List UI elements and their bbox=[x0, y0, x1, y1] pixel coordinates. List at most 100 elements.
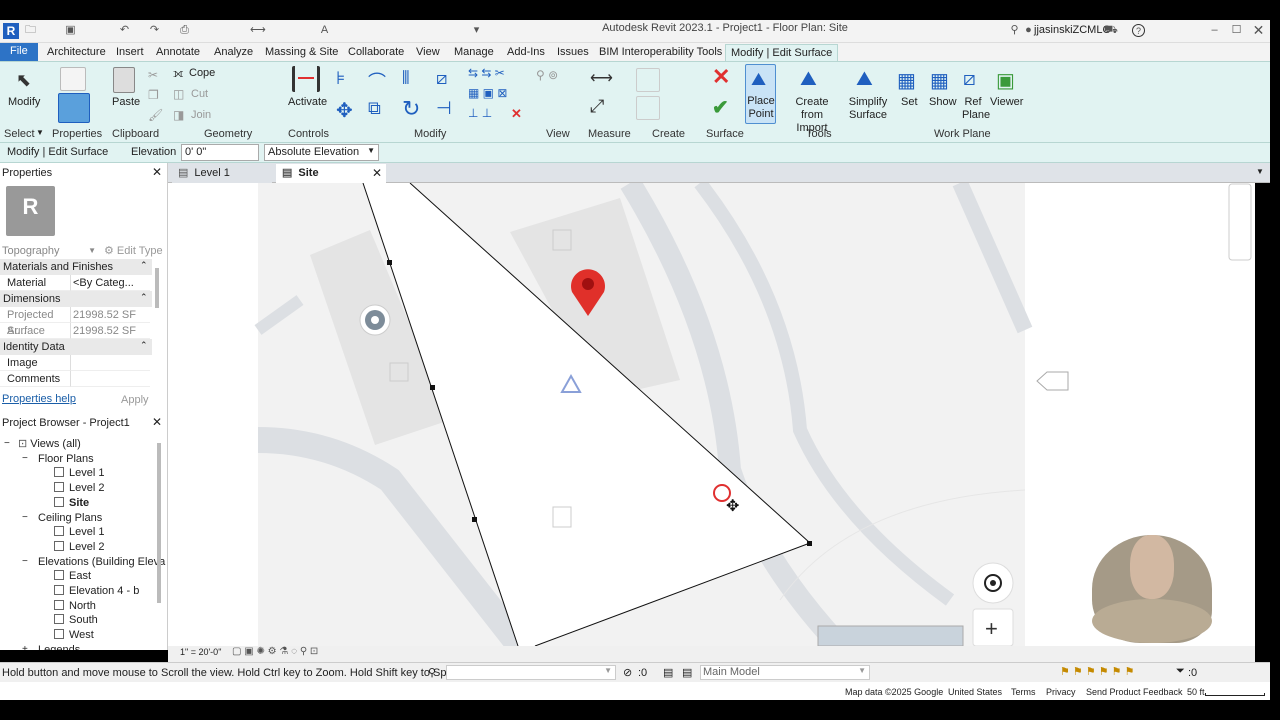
finish-edit-icon[interactable]: ✔ bbox=[712, 95, 729, 120]
select-dropdown-icon[interactable]: ▼ bbox=[36, 128, 44, 137]
close-icon[interactable]: ✕ bbox=[1252, 23, 1265, 37]
editable-only-icon[interactable]: ⊘ bbox=[623, 666, 632, 679]
binoculars-icon[interactable]: ⚲ bbox=[1008, 24, 1021, 37]
menu-tab-view[interactable]: View bbox=[411, 44, 445, 61]
join-icon[interactable]: ◨ bbox=[173, 108, 184, 122]
elevation-mode-select[interactable]: Absolute Elevation ▼ bbox=[264, 144, 379, 161]
copy-icon[interactable]: ❐ bbox=[148, 88, 159, 102]
show-workplane-icon[interactable]: ▦ bbox=[930, 68, 949, 93]
browser-item[interactable]: Level 1 bbox=[54, 525, 104, 539]
type-selector[interactable]: Topography ▼ bbox=[2, 243, 98, 259]
menu-tab-collaborate[interactable]: Collaborate bbox=[343, 44, 409, 61]
design-options-icon[interactable]: ▤ bbox=[663, 666, 673, 679]
view-control-icons[interactable]: ▢ ▣ ✺ ⚙ ⚗ ◌ ⚲ ⊡ bbox=[232, 646, 318, 657]
menu-tab-modify-edit-surface[interactable]: Modify | Edit Surface bbox=[725, 44, 839, 61]
minimize-icon[interactable]: – bbox=[1208, 24, 1221, 37]
collapse-icon[interactable]: ⌃ bbox=[140, 292, 148, 303]
browser-item[interactable]: ⊡ Views (all) bbox=[18, 437, 81, 451]
property-section-header[interactable]: Identity Data bbox=[0, 339, 152, 355]
cart-icon[interactable]: ⛟ bbox=[1104, 24, 1118, 37]
browser-item[interactable]: South bbox=[54, 613, 98, 627]
expand-toggle-icon[interactable]: − bbox=[4, 437, 10, 451]
help-icon[interactable]: ? bbox=[1132, 24, 1145, 37]
drawing-canvas[interactable]: ✥ + bbox=[168, 183, 1255, 646]
delete-icon[interactable]: ✕ bbox=[511, 106, 522, 122]
maximize-icon[interactable]: ☐ bbox=[1230, 24, 1243, 37]
simplify-surface-button[interactable]: Simplify Surface bbox=[846, 96, 890, 122]
collapse-icon[interactable]: ⌃ bbox=[140, 340, 148, 351]
viewer-icon[interactable]: ▣ bbox=[996, 68, 1015, 93]
create-parts-icon[interactable] bbox=[636, 96, 660, 120]
split-icon[interactable]: ⇆ ⇆ ✂ bbox=[468, 66, 505, 80]
view-tab-level-1[interactable]: ▤ Level 1 bbox=[172, 164, 272, 183]
menu-tab-manage[interactable]: Manage bbox=[449, 44, 499, 61]
property-value[interactable]: 21998.52 SF bbox=[70, 323, 150, 339]
view-scale[interactable]: 1" = 20'-0" bbox=[180, 647, 221, 657]
ref-plane-icon[interactable]: ⧄ bbox=[963, 68, 976, 91]
browser-item[interactable]: West bbox=[54, 628, 94, 642]
browser-item[interactable]: East bbox=[54, 569, 91, 583]
align-icon[interactable]: ⊧ bbox=[336, 68, 345, 89]
activate-icon[interactable] bbox=[292, 66, 320, 92]
place-point-button[interactable]: ⛰ Place Point bbox=[745, 64, 776, 124]
view-tabs-menu-icon[interactable]: ▼ bbox=[1256, 167, 1264, 176]
trim-icon[interactable]: ⊣ bbox=[436, 98, 452, 119]
properties-help-link[interactable]: Properties help bbox=[2, 393, 76, 405]
join-button[interactable]: Join bbox=[191, 109, 211, 121]
properties-scrollbar[interactable] bbox=[155, 268, 159, 308]
map-footer-link[interactable]: Terms bbox=[1011, 687, 1036, 697]
elevation-input[interactable]: 0' 0" bbox=[181, 144, 259, 161]
dimension-icon[interactable]: ⤢ bbox=[590, 96, 604, 117]
browser-item[interactable]: Level 2 bbox=[54, 481, 104, 495]
copy-element-icon[interactable]: ⧉ bbox=[368, 98, 381, 119]
browser-item[interactable]: Ceiling Plans bbox=[38, 511, 102, 525]
browser-item[interactable]: Level 1 bbox=[54, 466, 104, 480]
cope-button[interactable]: Cope bbox=[189, 67, 215, 79]
simplify-surface-icon[interactable]: ⛰ bbox=[856, 68, 873, 91]
close-browser-icon[interactable]: ✕ bbox=[152, 415, 162, 429]
edit-type-button[interactable]: ⚙ Edit Type bbox=[104, 243, 163, 259]
workset-select[interactable]: ▼ bbox=[446, 665, 616, 680]
viewer-button[interactable]: Viewer bbox=[990, 96, 1023, 109]
menu-tab-issues[interactable]: Issues bbox=[552, 44, 594, 61]
pin-icon[interactable]: ⊥ ⊥ bbox=[468, 106, 492, 120]
map-footer-link[interactable]: Send Product Feedback bbox=[1086, 687, 1183, 697]
property-value[interactable] bbox=[70, 355, 150, 371]
view-tab-site[interactable]: ▤ Site ✕ bbox=[276, 164, 386, 183]
menu-tab-architecture[interactable]: Architecture bbox=[42, 44, 111, 61]
design-options-icon[interactable]: ▤ bbox=[682, 666, 692, 679]
match-properties-icon[interactable]: 🖌 bbox=[148, 108, 163, 122]
collapse-icon[interactable]: ⌃ bbox=[140, 260, 148, 271]
modify-button[interactable]: Modify bbox=[8, 96, 40, 109]
browser-item[interactable]: Elevations (Building Eleva bbox=[38, 555, 165, 569]
view-tools-icon[interactable]: ⚲ ⊚ bbox=[536, 68, 558, 82]
paste-button[interactable]: Paste bbox=[112, 96, 140, 109]
modify-cursor-icon[interactable]: ⬉ bbox=[16, 70, 31, 91]
type-properties-icon[interactable] bbox=[60, 67, 86, 91]
workset-icon[interactable]: ⚲ bbox=[428, 666, 436, 679]
browser-scrollbar[interactable] bbox=[157, 443, 161, 603]
expand-toggle-icon[interactable]: − bbox=[22, 452, 28, 466]
cut-geometry-icon[interactable]: ◫ bbox=[173, 87, 184, 101]
menu-tab-add-ins[interactable]: Add-Ins bbox=[502, 44, 550, 61]
user-name[interactable]: jjasinskiZCMLC bbox=[1034, 24, 1110, 36]
expand-toggle-icon[interactable]: + bbox=[22, 643, 28, 650]
mirror-axis-icon[interactable]: ⫴ bbox=[402, 68, 410, 89]
move-icon[interactable]: ✥ bbox=[336, 98, 353, 123]
create-group-icon[interactable] bbox=[636, 68, 660, 92]
browser-item[interactable]: Legends bbox=[38, 643, 80, 650]
property-value[interactable]: <By Categ... bbox=[70, 275, 150, 291]
property-value[interactable]: 21998.52 SF bbox=[70, 307, 150, 323]
browser-item[interactable]: Floor Plans bbox=[38, 452, 94, 466]
menu-tab-massing-site[interactable]: Massing & Site bbox=[260, 44, 343, 61]
offset-icon[interactable]: ⌒ bbox=[368, 68, 386, 94]
array-icon[interactable]: ▦ ▣ ⊠ bbox=[468, 86, 507, 100]
menu-tab-annotate[interactable]: Annotate bbox=[151, 44, 205, 61]
browser-item[interactable]: Elevation 4 - b bbox=[54, 584, 139, 598]
menu-tab-file[interactable]: File bbox=[0, 43, 38, 61]
property-value[interactable] bbox=[70, 371, 150, 387]
menu-tab-bim-interoperability-tools[interactable]: BIM Interoperability Tools bbox=[594, 44, 727, 61]
menu-tab-analyze[interactable]: Analyze bbox=[209, 44, 258, 61]
browser-item[interactable]: Site bbox=[54, 496, 89, 510]
create-from-import-icon[interactable]: ⛰ bbox=[800, 68, 817, 91]
